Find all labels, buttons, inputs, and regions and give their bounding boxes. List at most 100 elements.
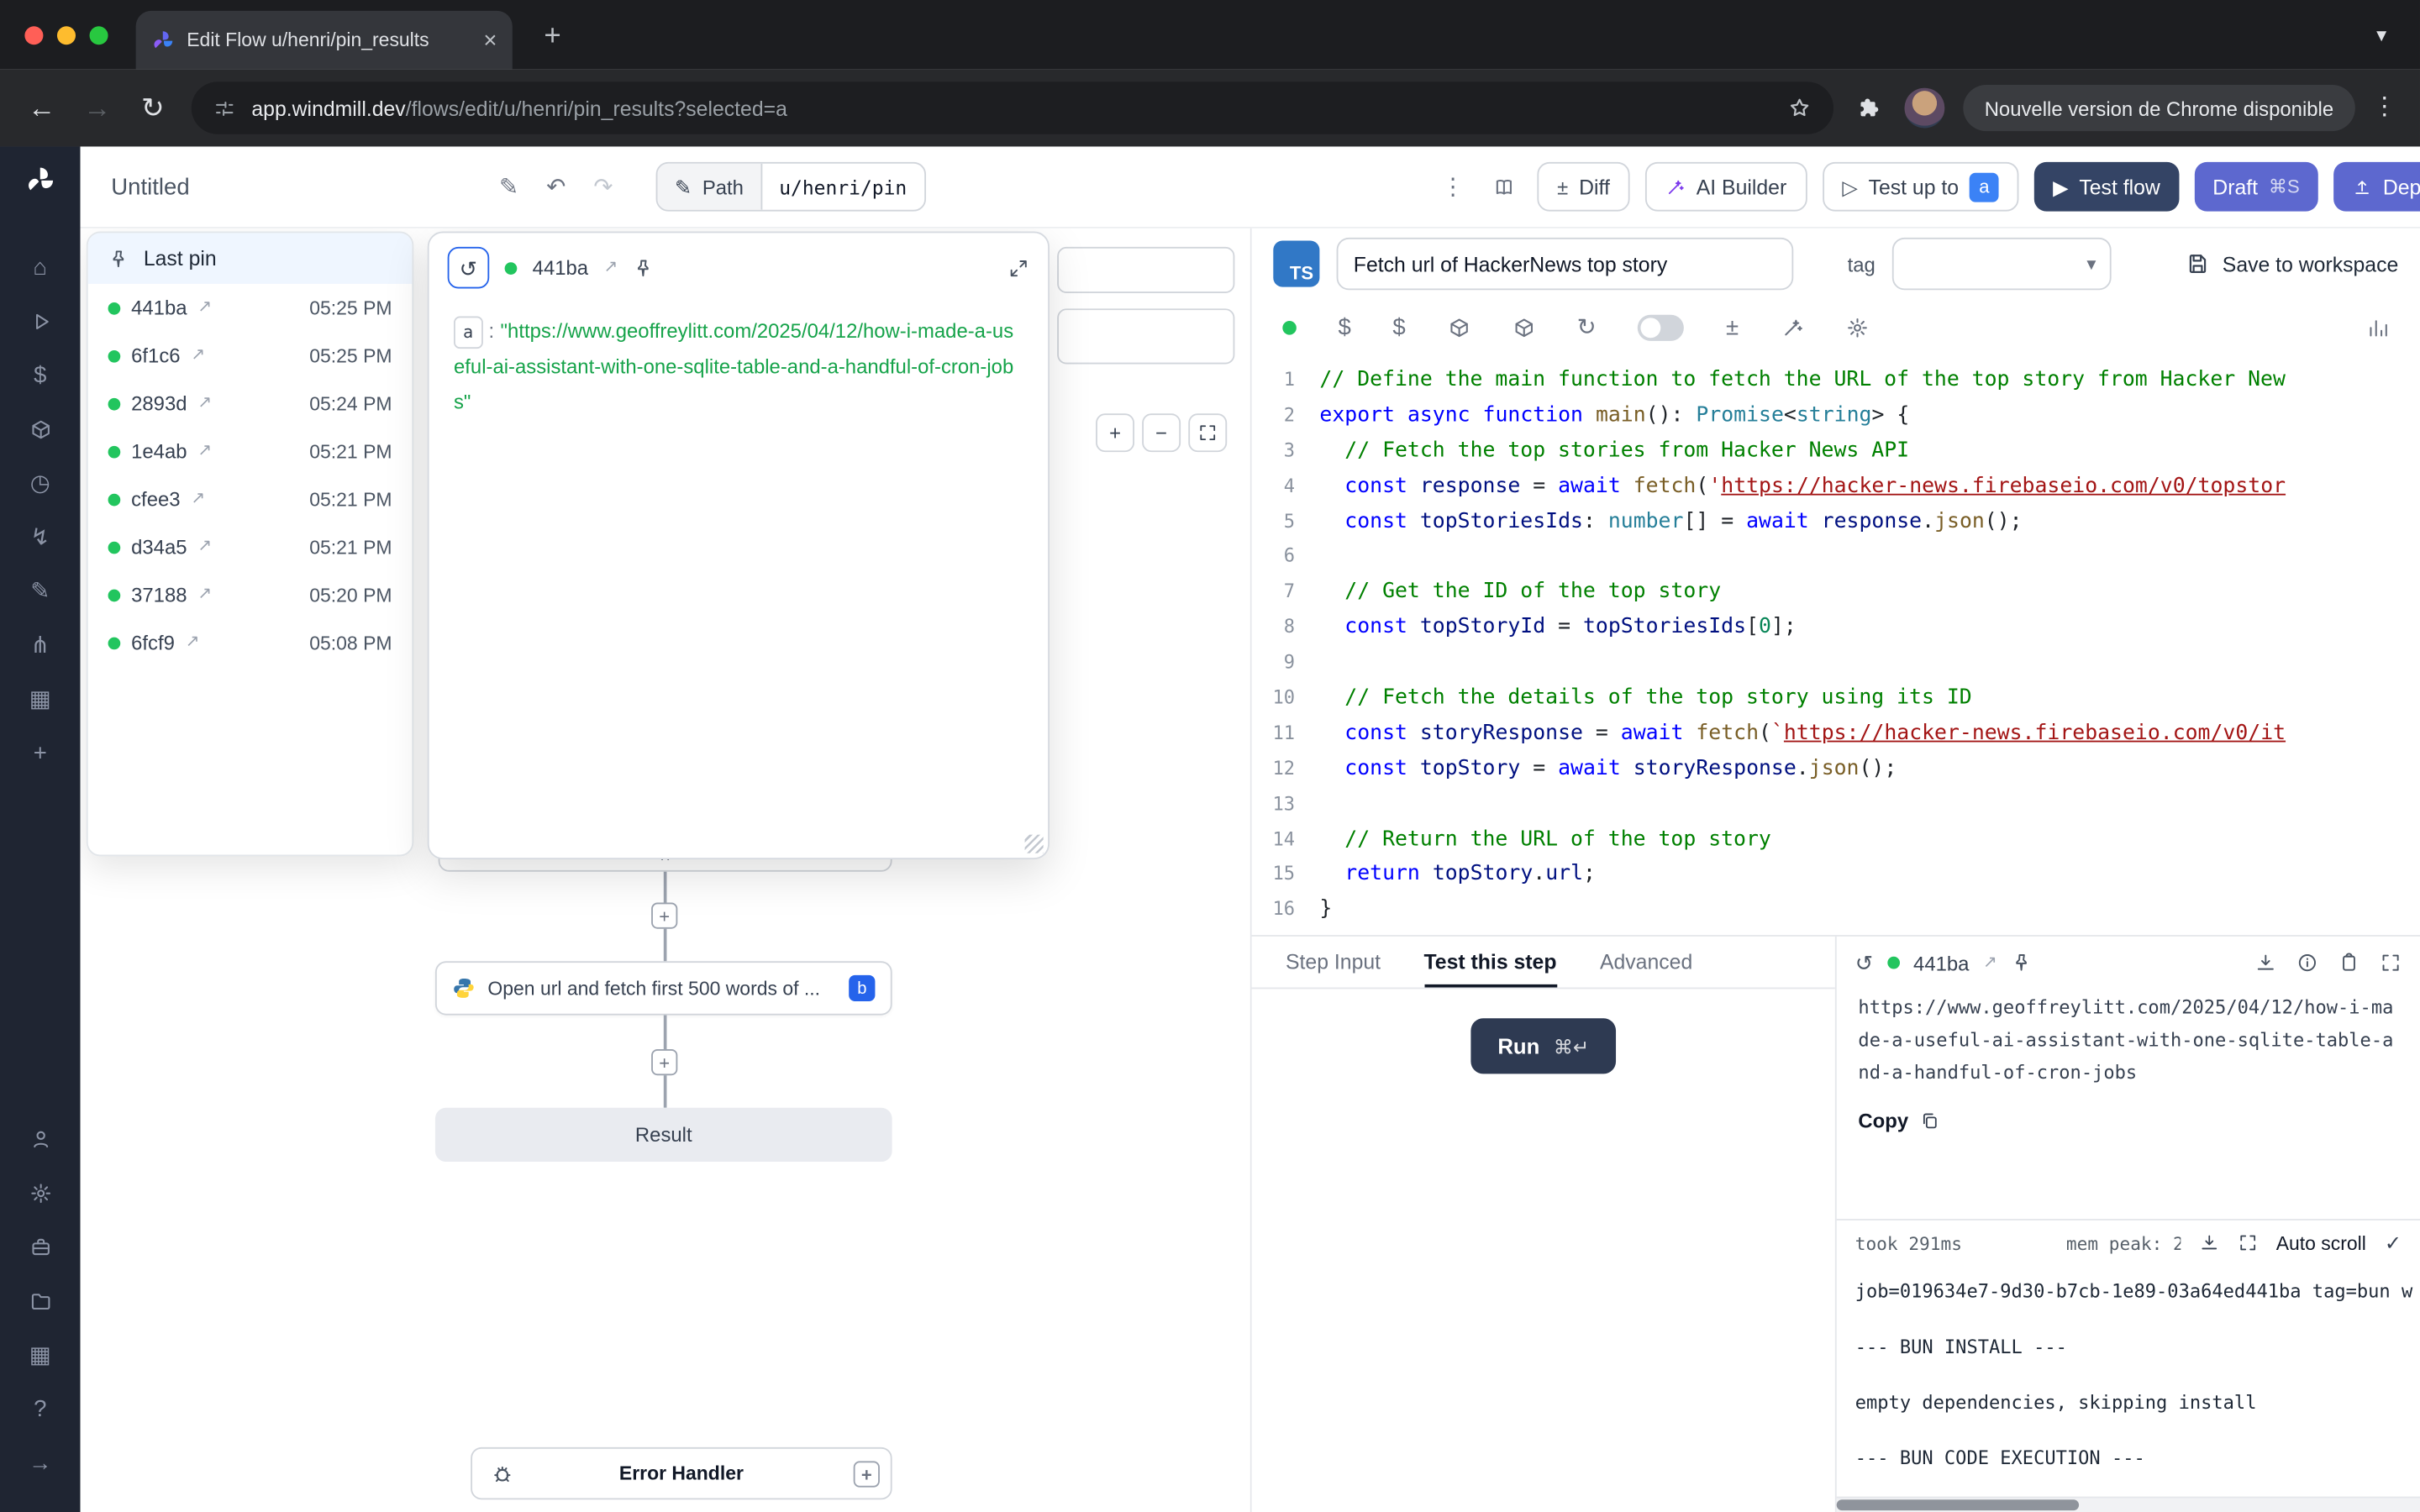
result-node[interactable]: Result xyxy=(435,1108,892,1162)
site-info-icon[interactable] xyxy=(213,97,236,120)
autoscroll-checkbox[interactable]: ✓ xyxy=(2385,1233,2402,1253)
test-up-to-button[interactable]: ▷Test up toa xyxy=(1822,162,2018,212)
window-close-button[interactable] xyxy=(24,26,43,45)
scrollbar-thumb[interactable] xyxy=(1837,1499,2079,1510)
tab-search-button[interactable]: ▾ xyxy=(2365,17,2398,50)
sidebar-item-scripts[interactable]: ✎ xyxy=(13,568,68,614)
ai-assistant-icon[interactable] xyxy=(1781,316,1804,339)
dependency-package-icon[interactable] xyxy=(1447,316,1470,339)
add-step-button-2[interactable]: + xyxy=(651,1049,677,1075)
step-summary-input[interactable] xyxy=(1337,238,1794,290)
result-open-run-icon[interactable]: ↗ xyxy=(1983,954,1997,971)
sidebar-item-schedules[interactable]: ◷ xyxy=(13,459,68,506)
open-run-icon[interactable]: ↗ xyxy=(191,491,205,507)
pin-run-row[interactable]: 441ba↗05:25 PM xyxy=(88,284,413,332)
history-button[interactable]: ↺ xyxy=(448,247,490,289)
sidebar-item-runs[interactable] xyxy=(13,297,68,344)
deploy-button[interactable]: Deploy xyxy=(2333,162,2420,212)
sidebar-item-user[interactable] xyxy=(13,1116,68,1162)
fullscreen-result-icon[interactable] xyxy=(2380,952,2402,974)
tab-test-this-step[interactable]: Test this step xyxy=(1423,937,1556,988)
flow-step-node[interactable]: Open url and fetch first 500 words of ..… xyxy=(435,961,892,1015)
chrome-update-button[interactable]: Nouvelle version de Chrome disponible xyxy=(1963,85,2355,131)
diff-mode-icon[interactable]: ± xyxy=(1726,316,1739,339)
back-button[interactable]: ← xyxy=(15,81,67,134)
window-zoom-button[interactable] xyxy=(90,26,108,45)
unpin-icon[interactable] xyxy=(108,248,130,270)
canvas-partial-node-2[interactable] xyxy=(1057,308,1234,364)
canvas-partial-node-1[interactable] xyxy=(1057,247,1234,293)
sidebar-item-workspace-apps[interactable]: ▦ xyxy=(13,1331,68,1378)
windmill-logo[interactable] xyxy=(24,165,55,197)
horizontal-scrollbar[interactable] xyxy=(1837,1497,2420,1512)
download-logs-icon[interactable] xyxy=(2199,1233,2219,1253)
flow-title[interactable]: Untitled xyxy=(111,174,189,200)
bookmark-star-icon[interactable] xyxy=(1787,96,1812,120)
path-control[interactable]: ✎Path u/henri/pin xyxy=(656,162,925,212)
sidebar-item-help[interactable]: ? xyxy=(13,1385,68,1431)
variable-picker-icon[interactable]: $ xyxy=(1338,316,1350,339)
add-step-button-1[interactable]: + xyxy=(651,902,677,928)
extensions-icon[interactable] xyxy=(1845,85,1891,131)
sidebar-item-flows[interactable]: ⋔ xyxy=(13,622,68,668)
tab-advanced[interactable]: Advanced xyxy=(1600,937,1692,988)
forward-button[interactable]: → xyxy=(71,81,123,134)
dependency-package-alt-icon[interactable] xyxy=(1512,316,1535,339)
sidebar-item-create[interactable]: + xyxy=(13,730,68,776)
save-to-workspace-button[interactable]: Save to workspace xyxy=(2186,251,2399,276)
test-flow-button[interactable]: ▶Test flow xyxy=(2034,162,2179,212)
code-editor[interactable]: 1// Define the main function to fetch th… xyxy=(1252,354,2420,935)
more-options-button[interactable]: ⋮ xyxy=(1435,169,1470,204)
context-var-picker-icon[interactable]: $ xyxy=(1392,316,1405,339)
rename-icon[interactable]: ✎ xyxy=(493,169,525,204)
clipboard-icon[interactable] xyxy=(2338,952,2360,974)
redo-button[interactable]: ↷ xyxy=(587,169,619,204)
open-run-icon[interactable]: ↗ xyxy=(603,260,618,276)
copy-button[interactable]: Copy xyxy=(1858,1109,1939,1132)
sidebar-item-workers[interactable] xyxy=(13,1224,68,1270)
profile-avatar[interactable] xyxy=(1904,88,1944,129)
tag-select[interactable]: ▾ xyxy=(1892,238,2112,290)
pin-run-row[interactable]: cfee3↗05:21 PM xyxy=(88,475,413,523)
tab-step-input[interactable]: Step Input xyxy=(1286,937,1381,988)
result-pin-icon[interactable] xyxy=(2011,952,2033,974)
pin-run-row[interactable]: 37188↗05:20 PM xyxy=(88,571,413,619)
result-info-icon[interactable] xyxy=(2296,952,2318,974)
error-handler-node[interactable]: Error Handler + xyxy=(471,1447,892,1499)
lang-status-dot-icon[interactable] xyxy=(1282,320,1297,334)
ai-builder-button[interactable]: AI Builder xyxy=(1645,162,1807,212)
zoom-out-button[interactable]: − xyxy=(1142,413,1181,452)
new-tab-button[interactable]: + xyxy=(534,17,571,54)
browser-menu-icon[interactable]: ⋮ xyxy=(2365,85,2405,131)
pin-run-row[interactable]: 6fcf9↗05:08 PM xyxy=(88,619,413,667)
reload-editor-icon[interactable]: ↻ xyxy=(1577,316,1597,339)
download-result-icon[interactable] xyxy=(2254,952,2276,974)
diff-toggle-icon[interactable] xyxy=(1638,314,1684,340)
sidebar-item-resources[interactable] xyxy=(13,406,68,452)
sidebar-item-home[interactable]: ⌂ xyxy=(13,244,68,290)
diff-button[interactable]: ±Diff xyxy=(1537,162,1629,212)
open-run-icon[interactable]: ↗ xyxy=(186,634,200,651)
open-run-icon[interactable]: ↗ xyxy=(197,443,212,459)
draft-button[interactable]: Draft⌘S xyxy=(2194,162,2317,212)
window-minimize-button[interactable] xyxy=(57,26,76,45)
docs-button[interactable] xyxy=(1486,169,1522,204)
resize-handle[interactable] xyxy=(1025,835,1044,853)
sidebar-item-triggers[interactable]: ↯ xyxy=(13,514,68,560)
address-bar[interactable]: app.windmill.dev/flows/edit/u/henri/pin_… xyxy=(192,81,1833,134)
sidebar-item-apps[interactable]: ▦ xyxy=(13,675,68,722)
zoom-fit-button[interactable] xyxy=(1188,413,1227,452)
browser-tab[interactable]: Edit Flow u/henri/pin_results × xyxy=(136,11,513,70)
tab-close-icon[interactable]: × xyxy=(483,29,497,52)
pin-run-row[interactable]: d34a5↗05:21 PM xyxy=(88,523,413,571)
run-button[interactable]: Run⌘↵ xyxy=(1471,1018,1615,1074)
open-run-icon[interactable]: ↗ xyxy=(197,586,212,603)
result-history-icon[interactable]: ↺ xyxy=(1855,952,1874,974)
pin-run-row[interactable]: 2893d↗05:24 PM xyxy=(88,380,413,428)
pin-run-row[interactable]: 6f1c6↗05:25 PM xyxy=(88,332,413,380)
open-run-icon[interactable]: ↗ xyxy=(191,347,205,364)
pin-icon[interactable] xyxy=(634,257,655,279)
pin-run-row[interactable]: 1e4ab↗05:21 PM xyxy=(88,428,413,475)
open-run-icon[interactable]: ↗ xyxy=(197,538,212,555)
open-run-icon[interactable]: ↗ xyxy=(197,299,212,316)
